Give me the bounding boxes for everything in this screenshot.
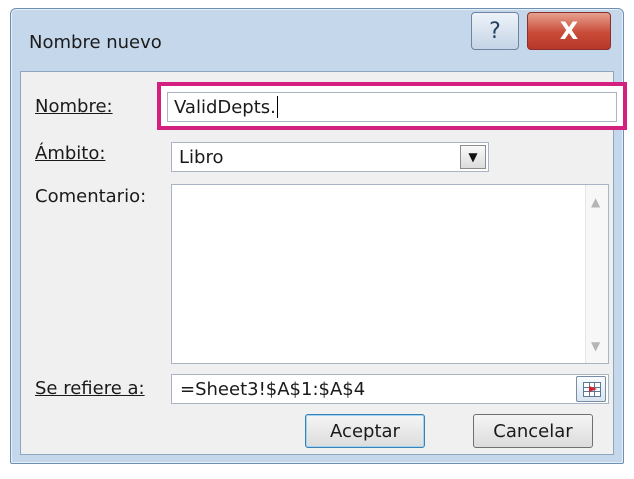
screenshot-canvas: Nombre nuevo ? X Nombre: ValidDepts. Ámb… [0,0,634,479]
comment-label: Comentario: [35,186,147,207]
scope-label-text: Ámbito: [35,143,106,164]
close-button[interactable]: X [527,12,611,50]
name-input-value: ValidDepts. [174,96,276,118]
refers-to-value: =Sheet3!$A$1:$A$4 [180,379,366,400]
refers-to-label-text: Se refiere a: [35,378,145,399]
refers-to-input[interactable]: =Sheet3!$A$1:$A$4 [171,374,609,404]
comment-textarea[interactable]: ▲ ▼ [171,184,609,364]
refers-to-label: Se refiere a: [35,378,145,399]
dialog-body: Nombre: ValidDepts. Ámbito: Libro ▼ Come… [20,71,627,455]
scroll-down-arrow-icon[interactable]: ▼ [591,339,600,353]
title-bar[interactable]: Nombre nuevo ? X [11,9,623,69]
name-input[interactable]: ValidDepts. [167,92,617,122]
scope-selected-value: Libro [179,147,224,168]
help-icon: ? [489,18,501,44]
cancel-button[interactable]: Cancelar [473,414,593,448]
scope-label: Ámbito: [35,143,105,164]
collapse-dialog-button[interactable] [576,376,606,402]
name-label: Nombre: [35,96,113,117]
accept-button[interactable]: Aceptar [305,414,425,448]
scope-dropdown[interactable]: Libro ▼ [171,142,489,172]
chevron-down-icon[interactable]: ▼ [460,145,486,169]
name-label-text: Nombre: [35,96,113,117]
text-caret [276,96,278,118]
name-field-highlight: ValidDepts. [157,82,627,130]
dialog-title: Nombre nuevo [29,32,162,53]
help-button[interactable]: ? [471,12,519,50]
scroll-up-arrow-icon[interactable]: ▲ [591,195,600,209]
comment-scrollbar[interactable]: ▲ ▼ [585,185,608,363]
new-name-dialog: Nombre nuevo ? X Nombre: ValidDepts. Ámb… [10,8,627,464]
close-icon: X [559,17,579,45]
